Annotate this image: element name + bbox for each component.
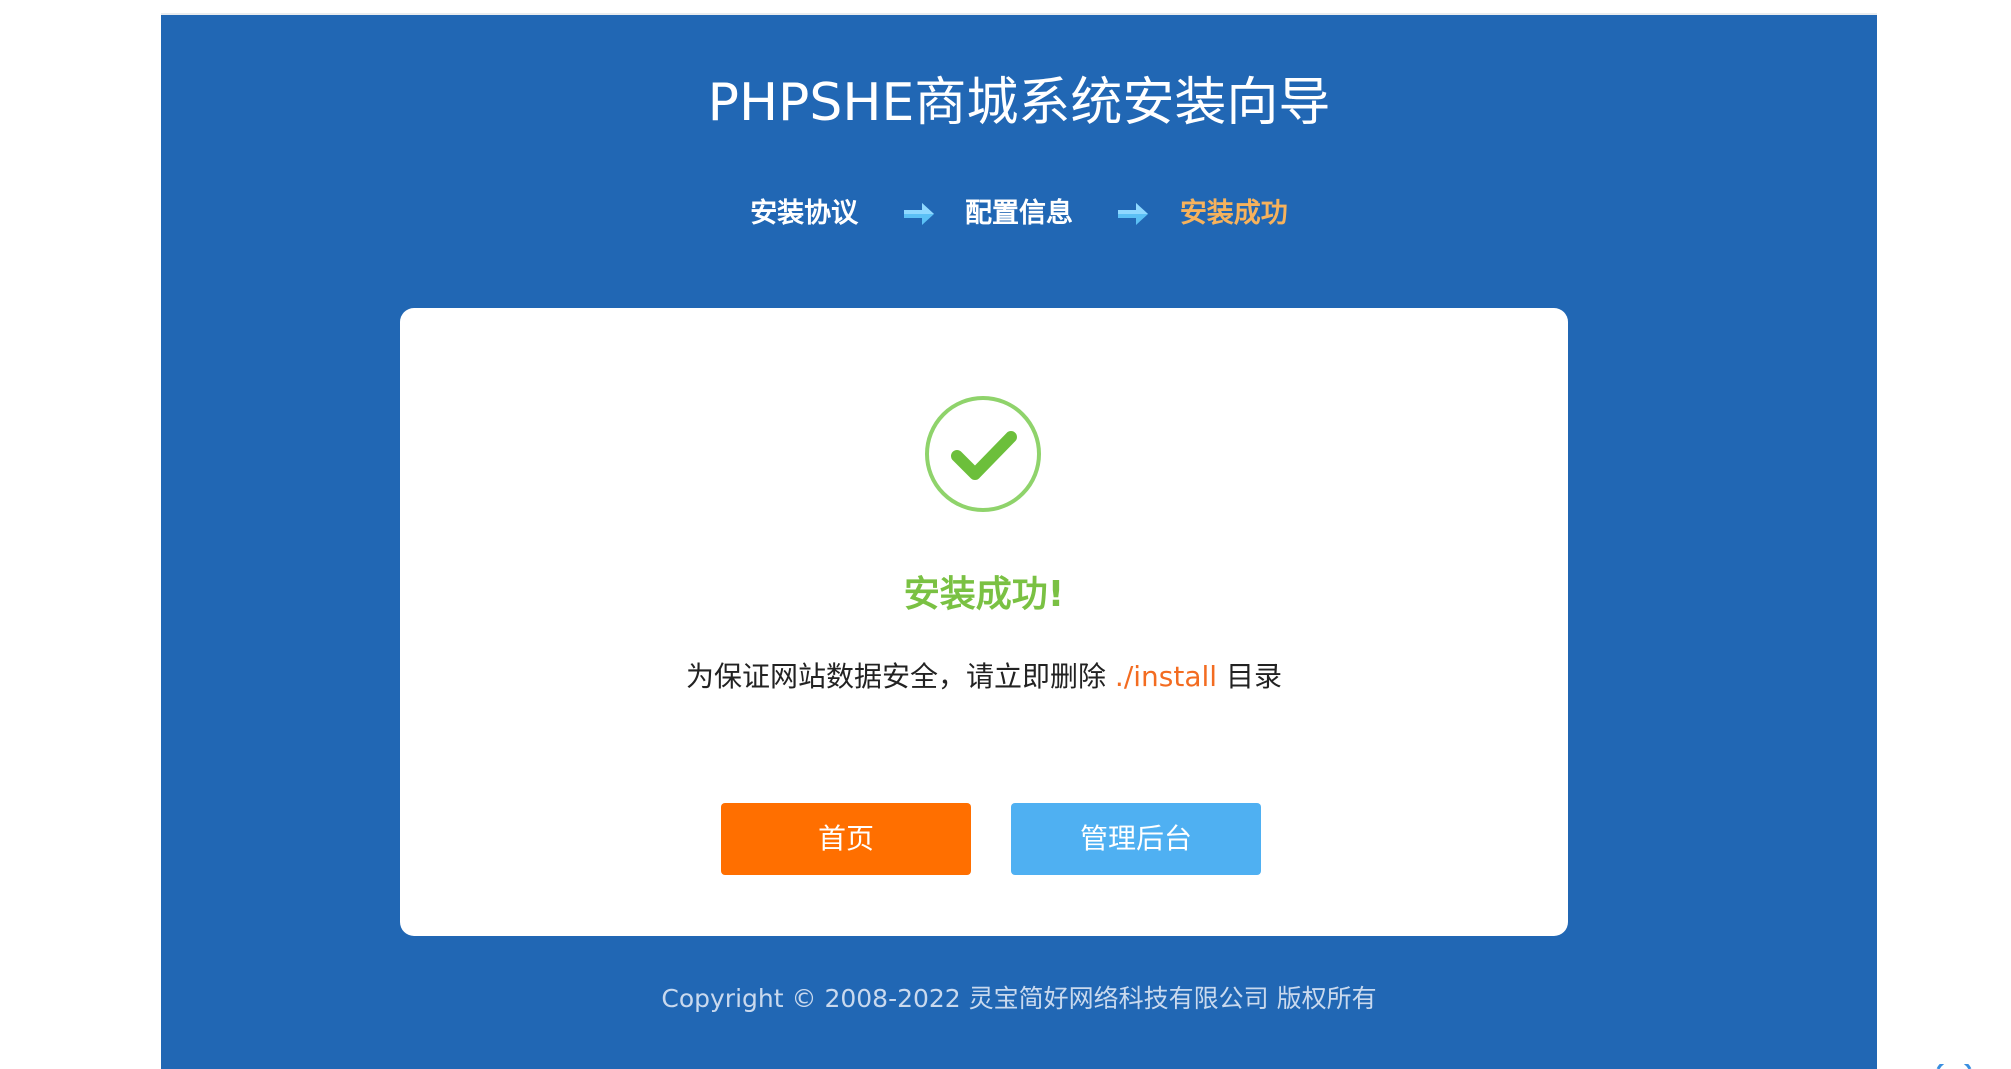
install-steps: 安装协议 配置信息 安装成功 [161,193,1877,234]
arrow-right-icon [903,202,934,225]
arrow-right-icon [1118,202,1149,225]
success-title: 安装成功! [903,574,1065,615]
top-border [161,0,1877,15]
copyright: Copyright © 2008-2022 灵宝简好网络科技有限公司 版权所有 [661,984,1377,1013]
step-success: 安装成功 [1179,197,1288,229]
success-card: 安装成功! 为保证网站数据安全，请立即删除 ./install 目录 首页 管理… [400,308,1568,936]
admin-panel-button[interactable]: 管理后台 [1011,803,1261,875]
security-notice: 为保证网站数据安全，请立即删除 ./install 目录 [400,657,1568,697]
home-button[interactable]: 首页 [721,803,971,875]
step-config: 配置信息 [965,197,1073,229]
notice-suffix: 目录 [1217,660,1282,693]
install-wizard-panel: PHPSHE商城系统安装向导 安装协议 配置信息 安装成功 安装成功! 为保证网… [161,15,1877,1069]
step-agreement: 安装协议 [750,197,859,229]
install-directory-path: ./install [1114,660,1218,693]
page-title: PHPSHE商城系统安装向导 [707,73,1331,133]
notice-prefix: 为保证网站数据安全，请立即删除 [686,660,1115,693]
corner-badge-icon [1936,1064,1972,1069]
check-circle-icon [925,396,1041,512]
